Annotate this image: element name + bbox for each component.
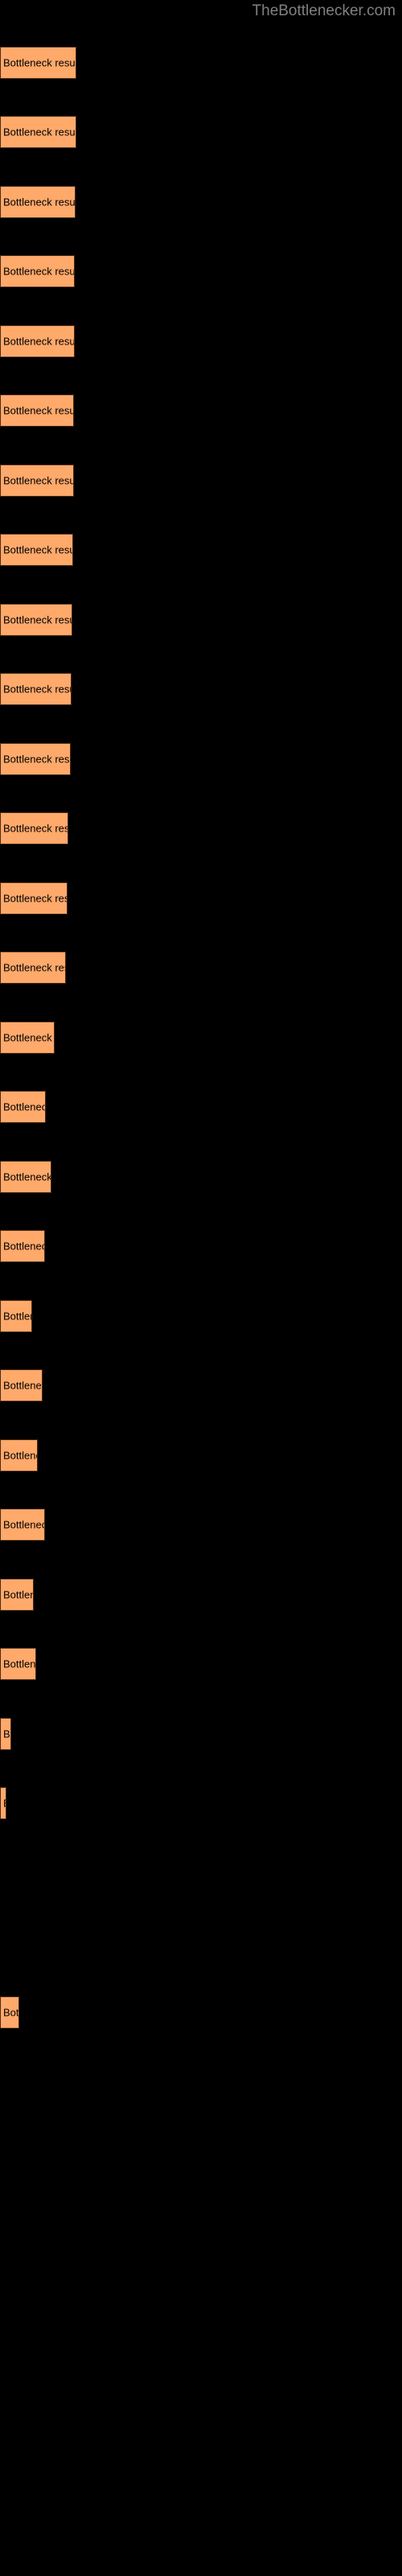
bar-19[interactable]: Bottleneck result: [0, 1369, 43, 1402]
bar-21[interactable]: Bottleneck result: [0, 1509, 45, 1541]
bar-label: Bottleneck result: [3, 822, 68, 835]
bar-13[interactable]: Bottleneck result: [0, 952, 66, 984]
bar-label: Bottleneck result: [3, 1240, 44, 1253]
bar-label: Bottleneck result: [3, 265, 75, 278]
bar-label: Bottleneck result: [3, 404, 74, 417]
bar-label: Bottleneck result: [3, 196, 76, 208]
bar-9[interactable]: Bottleneck result: [0, 673, 72, 705]
bar-label: Bottleneck result: [3, 126, 76, 138]
bar-14[interactable]: Bottleneck result: [0, 1022, 55, 1054]
bar-7[interactable]: Bottleneck result: [0, 534, 73, 566]
bar-label: Bottleneck result: [3, 474, 74, 487]
bar-label: Bottleneck result: [3, 1657, 36, 1670]
bar-label: Bottleneck result: [3, 335, 75, 348]
bar-label: Bottleneck result: [3, 56, 76, 69]
bar-2[interactable]: Bottleneck result: [0, 186, 76, 218]
bar-24[interactable]: Bottleneck result: [0, 1718, 11, 1750]
bar-label: Bottleneck result: [3, 1518, 44, 1531]
bar-label: Bottleneck result: [3, 1588, 33, 1601]
bar-3[interactable]: Bottleneck result: [0, 255, 75, 287]
bar-8[interactable]: Bottleneck result: [0, 604, 72, 636]
bar-label: Bottleneck result: [3, 961, 65, 974]
bar-17[interactable]: Bottleneck result: [0, 1230, 45, 1262]
bar-label: Bottleneck result: [3, 1379, 42, 1392]
bottleneck-bar-chart: TheBottlenecker.com Bottleneck result Bot…: [0, 0, 402, 2576]
bar-15[interactable]: Bottleneck result: [0, 1091, 46, 1123]
bar-10[interactable]: Bottleneck result: [0, 743, 71, 775]
bar-12[interactable]: Bottleneck result: [0, 882, 68, 914]
bar-0[interactable]: Bottleneck result: [0, 47, 76, 79]
bar-series-container: Bottleneck result Bottleneck result Bottle…: [0, 0, 402, 2576]
bar-4[interactable]: Bottleneck result: [0, 325, 75, 357]
bar-5[interactable]: Bottleneck result: [0, 394, 74, 427]
bar-25[interactable]: Bottleneck result: [0, 1787, 6, 1819]
bar-23[interactable]: Bottleneck result: [0, 1648, 36, 1680]
bar-6[interactable]: Bottleneck result: [0, 464, 74, 497]
bar-label: Bottleneck result: [3, 2006, 19, 2019]
bar-18[interactable]: Bottleneck result: [0, 1300, 32, 1332]
bar-22[interactable]: Bottleneck result: [0, 1579, 34, 1611]
bar-label: Bottleneck result: [3, 892, 67, 905]
bar-16[interactable]: Bottleneck result: [0, 1161, 51, 1193]
bar-label: Bottleneck result: [3, 613, 72, 626]
bar-20[interactable]: Bottleneck result: [0, 1439, 38, 1472]
bar-label: Bottleneck result: [3, 1170, 51, 1183]
bar-label: Bottleneck result: [3, 1798, 6, 1810]
bar-26[interactable]: Bottleneck result: [0, 1996, 19, 2029]
bar-label: Bottleneck result: [3, 1728, 10, 1740]
bar-label: Bottleneck result: [3, 1031, 54, 1044]
bar-label: Bottleneck result: [3, 1449, 37, 1462]
bar-label: Bottleneck result: [3, 543, 73, 556]
bar-11[interactable]: Bottleneck result: [0, 812, 68, 844]
bar-label: Bottleneck result: [3, 753, 70, 766]
bar-label: Bottleneck result: [3, 1310, 31, 1323]
bar-1[interactable]: Bottleneck result: [0, 116, 76, 148]
bar-label: Bottleneck result: [3, 1100, 45, 1113]
bar-label: Bottleneck result: [3, 683, 71, 696]
